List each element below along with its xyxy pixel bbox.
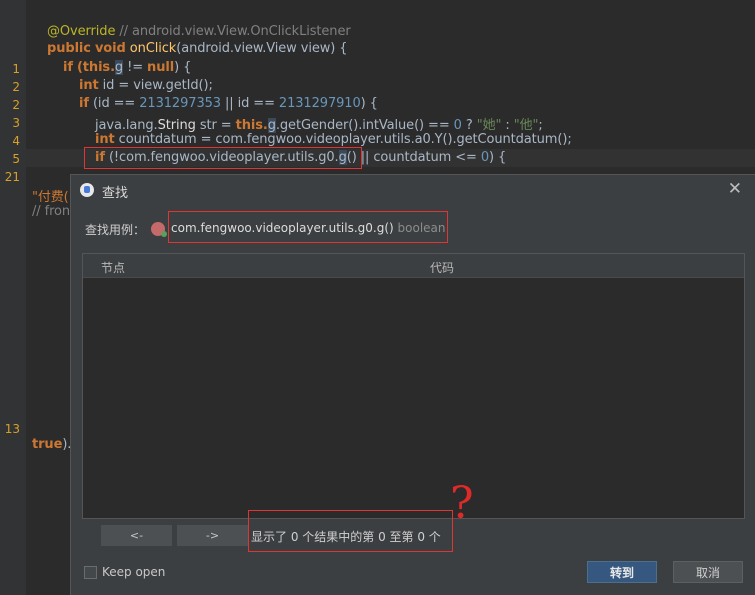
method-name: onClick xyxy=(129,41,177,56)
code-line-countdatum: int countdatum = com.fengwoo.videoplayer… xyxy=(95,132,572,147)
code-text: ? xyxy=(461,118,477,133)
goto-button[interactable]: 转到 xyxy=(587,561,657,583)
usage-label: 查找用例： xyxy=(85,223,146,237)
code-text: java.lang. xyxy=(95,118,158,133)
keyword-int: int xyxy=(79,78,99,93)
highlight-box-code xyxy=(84,147,362,169)
code-text: .getGender().intValue() == xyxy=(275,118,454,133)
cancel-button[interactable]: 取消 xyxy=(673,561,743,583)
string-literal: "她" xyxy=(476,118,502,133)
table-header: 节点 代码 xyxy=(83,254,744,278)
prev-result-button[interactable]: <- xyxy=(101,525,172,546)
highlight-box-usage xyxy=(168,211,448,243)
code-line-if-id: if (id == 2131297353 || id == 2131297910… xyxy=(79,96,378,111)
code-text: ; xyxy=(538,118,543,133)
keyword-this: this. xyxy=(235,118,268,133)
keyword-if: if xyxy=(79,96,89,111)
column-header-code[interactable]: 代码 xyxy=(430,259,454,276)
code-partial-comment: // fron xyxy=(32,204,71,219)
keyword-public: public xyxy=(47,41,91,56)
string-literal: "他" xyxy=(513,118,539,133)
line-number: 2 xyxy=(12,98,20,112)
keyword-void: void xyxy=(94,41,126,56)
next-result-button[interactable]: -> xyxy=(177,525,248,546)
dialog-title: 查找 xyxy=(102,186,129,201)
code-text: countdatum = com.fengwoo.videoplayer.uti… xyxy=(114,132,572,147)
code-text: ) { xyxy=(360,96,378,111)
code-text: id = view.getId(); xyxy=(98,78,213,93)
code-line-if-this-g: if (this.g != null) { xyxy=(63,60,191,75)
code-partial-true: true). xyxy=(32,437,71,452)
close-icon[interactable]: ✕ xyxy=(728,179,742,199)
find-usages-dialog: 查找 ✕ 查找用例： com.fengwoo.videoplayer.utils… xyxy=(70,174,755,595)
highlight-box-results xyxy=(248,510,453,552)
question-mark-annotation: ? xyxy=(450,478,474,529)
number-literal: 0 xyxy=(453,118,462,133)
selected-symbol-g[interactable]: g xyxy=(114,60,123,75)
code-text: != xyxy=(123,60,148,75)
dialog-title-bar[interactable]: 查找 ✕ xyxy=(71,175,755,205)
code-text: || id == xyxy=(220,96,279,111)
results-table[interactable]: 节点 代码 xyxy=(82,253,745,519)
number-literal: 0 xyxy=(480,150,490,165)
keyword-true: true xyxy=(32,437,63,452)
keyword-null: null xyxy=(147,60,175,75)
keep-open-label: Keep open xyxy=(102,565,166,579)
code-text: : xyxy=(501,118,514,133)
line-number: 3 xyxy=(12,116,20,130)
code-line-onclick: public void onClick(android.view.View vi… xyxy=(47,41,348,56)
line-number: 5 xyxy=(12,152,20,166)
line-number: 1 xyxy=(12,62,20,76)
line-number: 13 xyxy=(4,422,20,436)
number-literal: 2131297353 xyxy=(139,96,221,111)
keyword-if: if xyxy=(63,60,73,75)
code-text: ) { xyxy=(174,60,192,75)
method-icon xyxy=(151,222,167,237)
code-line-override: @Override // android.view.View.OnClickLi… xyxy=(47,24,351,39)
code-comment: // android.view.View.OnClickListener xyxy=(119,24,351,39)
code-text: (android.view.View view) { xyxy=(176,41,348,56)
selected-symbol-g[interactable]: g xyxy=(267,118,276,133)
code-partial-string: "付费( xyxy=(32,190,69,205)
type-string: String xyxy=(157,118,196,133)
code-line-string-str: java.lang.String str = this.g.getGender(… xyxy=(95,114,543,133)
keep-open-checkbox[interactable] xyxy=(84,566,97,579)
app-logo-icon xyxy=(80,183,94,197)
code-text: (id == xyxy=(88,96,140,111)
line-number: 4 xyxy=(12,134,20,148)
annotation-override: @Override xyxy=(47,24,116,39)
line-number: 2 xyxy=(12,80,20,94)
code-text: str = xyxy=(195,118,236,133)
keyword-int: int xyxy=(95,132,115,147)
code-line-int-id: int id = view.getId(); xyxy=(79,78,213,93)
keyword-this: (this. xyxy=(76,60,115,75)
column-header-node[interactable]: 节点 xyxy=(101,259,125,276)
code-text: () || countdatum <= xyxy=(346,150,481,165)
number-literal: 2131297910 xyxy=(278,96,361,111)
code-text: ) { xyxy=(489,150,507,165)
line-number: 21 xyxy=(4,170,20,184)
line-number-gutter: 1 2 2 3 4 5 21 13 xyxy=(0,0,26,595)
